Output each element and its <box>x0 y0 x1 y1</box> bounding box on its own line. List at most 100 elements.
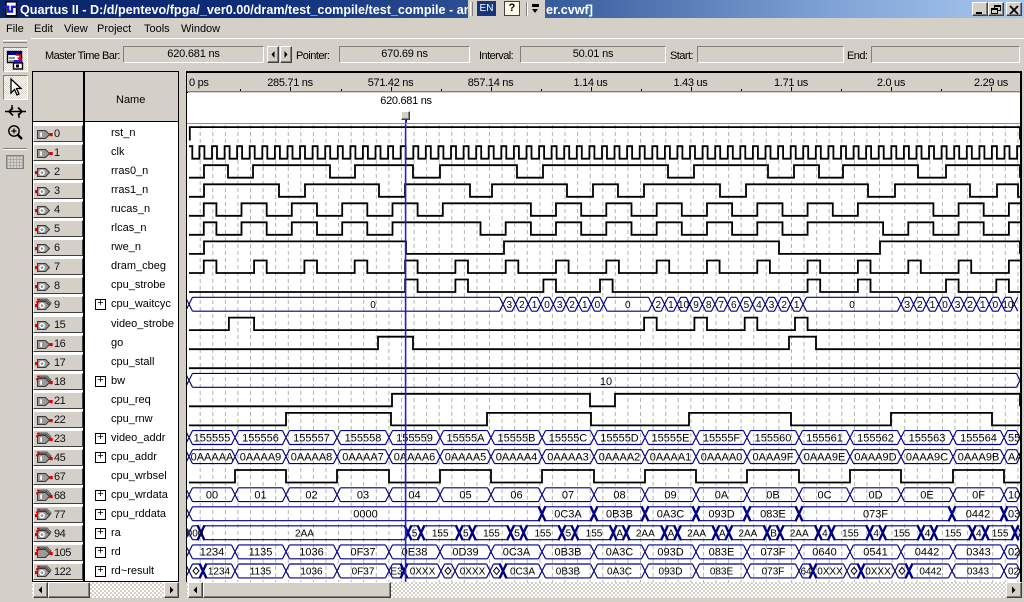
svg-text:1135: 1135 <box>250 567 272 578</box>
svg-text:0B3B: 0B3B <box>606 509 633 521</box>
svg-text:2: 2 <box>656 300 662 311</box>
svg-text:0343: 0343 <box>966 547 990 559</box>
svg-text:10: 10 <box>1008 490 1020 502</box>
svg-text:64: 64 <box>800 567 812 578</box>
svg-text:0AAAA1: 0AAAA1 <box>650 451 692 463</box>
svg-text:0244: 0244 <box>1008 547 1020 559</box>
svg-text:155557: 155557 <box>293 432 330 444</box>
svg-text:15555C: 15555C <box>549 432 588 444</box>
svg-text:155: 155 <box>586 529 603 540</box>
svg-text:0F37: 0F37 <box>352 567 375 578</box>
svg-text:09: 09 <box>664 490 676 502</box>
svg-text:10: 10 <box>678 300 690 311</box>
svg-text:AAA9: AAA9 <box>1008 451 1020 463</box>
svg-text:0B3B: 0B3B <box>556 567 581 578</box>
svg-text:5556: 5556 <box>1008 432 1020 444</box>
svg-text:0244: 0244 <box>1008 567 1020 578</box>
svg-text:2AA: 2AA <box>790 529 809 540</box>
svg-text:0E: 0E <box>920 490 933 502</box>
svg-text:155: 155 <box>432 529 449 540</box>
svg-text:0: 0 <box>849 300 855 311</box>
svg-text:5: 5 <box>566 529 572 540</box>
svg-text:1: 1 <box>980 300 986 311</box>
svg-text:7: 7 <box>718 300 724 311</box>
svg-text:0541: 0541 <box>863 547 887 559</box>
svg-text:8: 8 <box>706 300 712 311</box>
svg-text:0343: 0343 <box>967 567 990 578</box>
svg-text:2: 2 <box>967 300 973 311</box>
svg-text:15555E: 15555E <box>652 432 690 444</box>
svg-text:3: 3 <box>507 300 513 311</box>
svg-text:4: 4 <box>925 529 931 540</box>
svg-text:0F: 0F <box>972 490 985 502</box>
svg-text:0442: 0442 <box>919 567 942 578</box>
svg-text:0AAAA6: 0AAAA6 <box>394 451 436 463</box>
svg-text:073F: 073F <box>762 567 785 578</box>
svg-text:0AAAA7: 0AAAA7 <box>342 451 384 463</box>
svg-text:155: 155 <box>842 529 859 540</box>
svg-text:5: 5 <box>412 529 418 540</box>
svg-text:0AAAAA: 0AAAAA <box>191 451 234 463</box>
svg-text:0AAAA4: 0AAAA4 <box>496 451 538 463</box>
svg-text:155: 155 <box>483 529 500 540</box>
svg-text:06: 06 <box>510 490 522 502</box>
svg-text:1234: 1234 <box>208 567 231 578</box>
svg-text:083E: 083E <box>709 547 735 559</box>
svg-text:1135: 1135 <box>249 547 273 559</box>
svg-text:A: A <box>616 529 623 540</box>
svg-text:05: 05 <box>459 490 471 502</box>
svg-text:155556: 155556 <box>242 432 279 444</box>
svg-text:1: 1 <box>794 300 800 311</box>
svg-text:4: 4 <box>873 529 879 540</box>
svg-text:5: 5 <box>514 529 520 540</box>
svg-text:1234: 1234 <box>200 547 224 559</box>
svg-text:03: 03 <box>357 490 369 502</box>
svg-text:093D: 093D <box>659 567 683 578</box>
svg-text:0A: 0A <box>715 490 729 502</box>
svg-text:0B: 0B <box>766 490 779 502</box>
svg-text:155562: 155562 <box>857 432 894 444</box>
svg-text:0AAAA9: 0AAAA9 <box>240 451 282 463</box>
svg-text:E3: E3 <box>390 567 403 578</box>
svg-text:07: 07 <box>562 490 574 502</box>
svg-text:0AAA9F: 0AAA9F <box>753 451 794 463</box>
svg-text:04: 04 <box>408 490 420 502</box>
svg-text:083E: 083E <box>710 567 734 578</box>
svg-text:0: 0 <box>370 300 376 311</box>
svg-text:08: 08 <box>613 490 625 502</box>
svg-text:1036: 1036 <box>299 547 323 559</box>
svg-text:0B3B: 0B3B <box>555 547 582 559</box>
svg-text:0: 0 <box>625 300 631 311</box>
svg-text:2: 2 <box>781 300 787 311</box>
svg-text:2: 2 <box>917 300 923 311</box>
svg-text:0C3A: 0C3A <box>503 547 531 559</box>
svg-text:15555B: 15555B <box>498 432 536 444</box>
svg-text:5: 5 <box>744 300 750 311</box>
svg-text:2AA: 2AA <box>687 529 706 540</box>
svg-text:0AAAA8: 0AAAA8 <box>291 451 333 463</box>
svg-text:15555A: 15555A <box>447 432 486 444</box>
svg-text:0C3A: 0C3A <box>510 567 535 578</box>
svg-text:083E: 083E <box>760 509 786 521</box>
svg-text:0640: 0640 <box>812 547 836 559</box>
svg-text:155560: 155560 <box>755 432 792 444</box>
svg-text:0AAAA3: 0AAAA3 <box>547 451 589 463</box>
svg-text:0A3C: 0A3C <box>657 509 685 521</box>
svg-text:0A3C: 0A3C <box>607 567 632 578</box>
svg-text:0F37: 0F37 <box>350 547 375 559</box>
svg-text:0442: 0442 <box>915 547 939 559</box>
svg-text:0AAAA2: 0AAAA2 <box>599 451 641 463</box>
svg-text:093D: 093D <box>708 509 734 521</box>
svg-text:2AA: 2AA <box>636 529 655 540</box>
svg-text:5: 5 <box>463 529 469 540</box>
svg-text:A: A <box>719 529 726 540</box>
svg-text:155555: 155555 <box>194 432 231 444</box>
svg-text:0AAAA5: 0AAAA5 <box>445 451 487 463</box>
svg-text:02: 02 <box>305 490 317 502</box>
svg-text:155563: 155563 <box>909 432 946 444</box>
svg-text:00: 00 <box>206 490 218 502</box>
svg-text:9: 9 <box>693 300 699 311</box>
svg-text:3: 3 <box>905 300 911 311</box>
svg-text:155: 155 <box>534 529 551 540</box>
svg-text:0000: 0000 <box>353 509 377 521</box>
